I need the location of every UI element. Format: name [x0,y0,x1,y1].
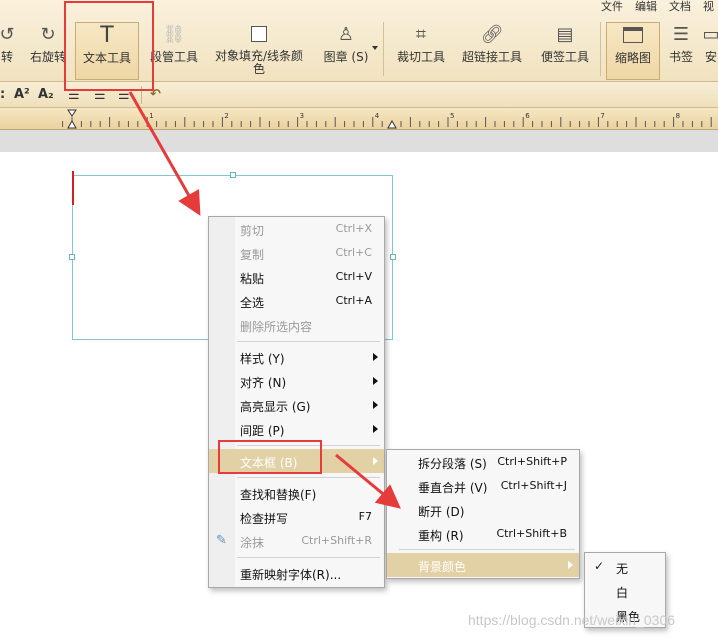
annotation-arrows [128,91,401,509]
watermark-text: https://blog.csdn.net/weixin_0306 [468,612,676,628]
annotation-arrow [335,453,401,509]
annotation-arrow [128,91,201,216]
